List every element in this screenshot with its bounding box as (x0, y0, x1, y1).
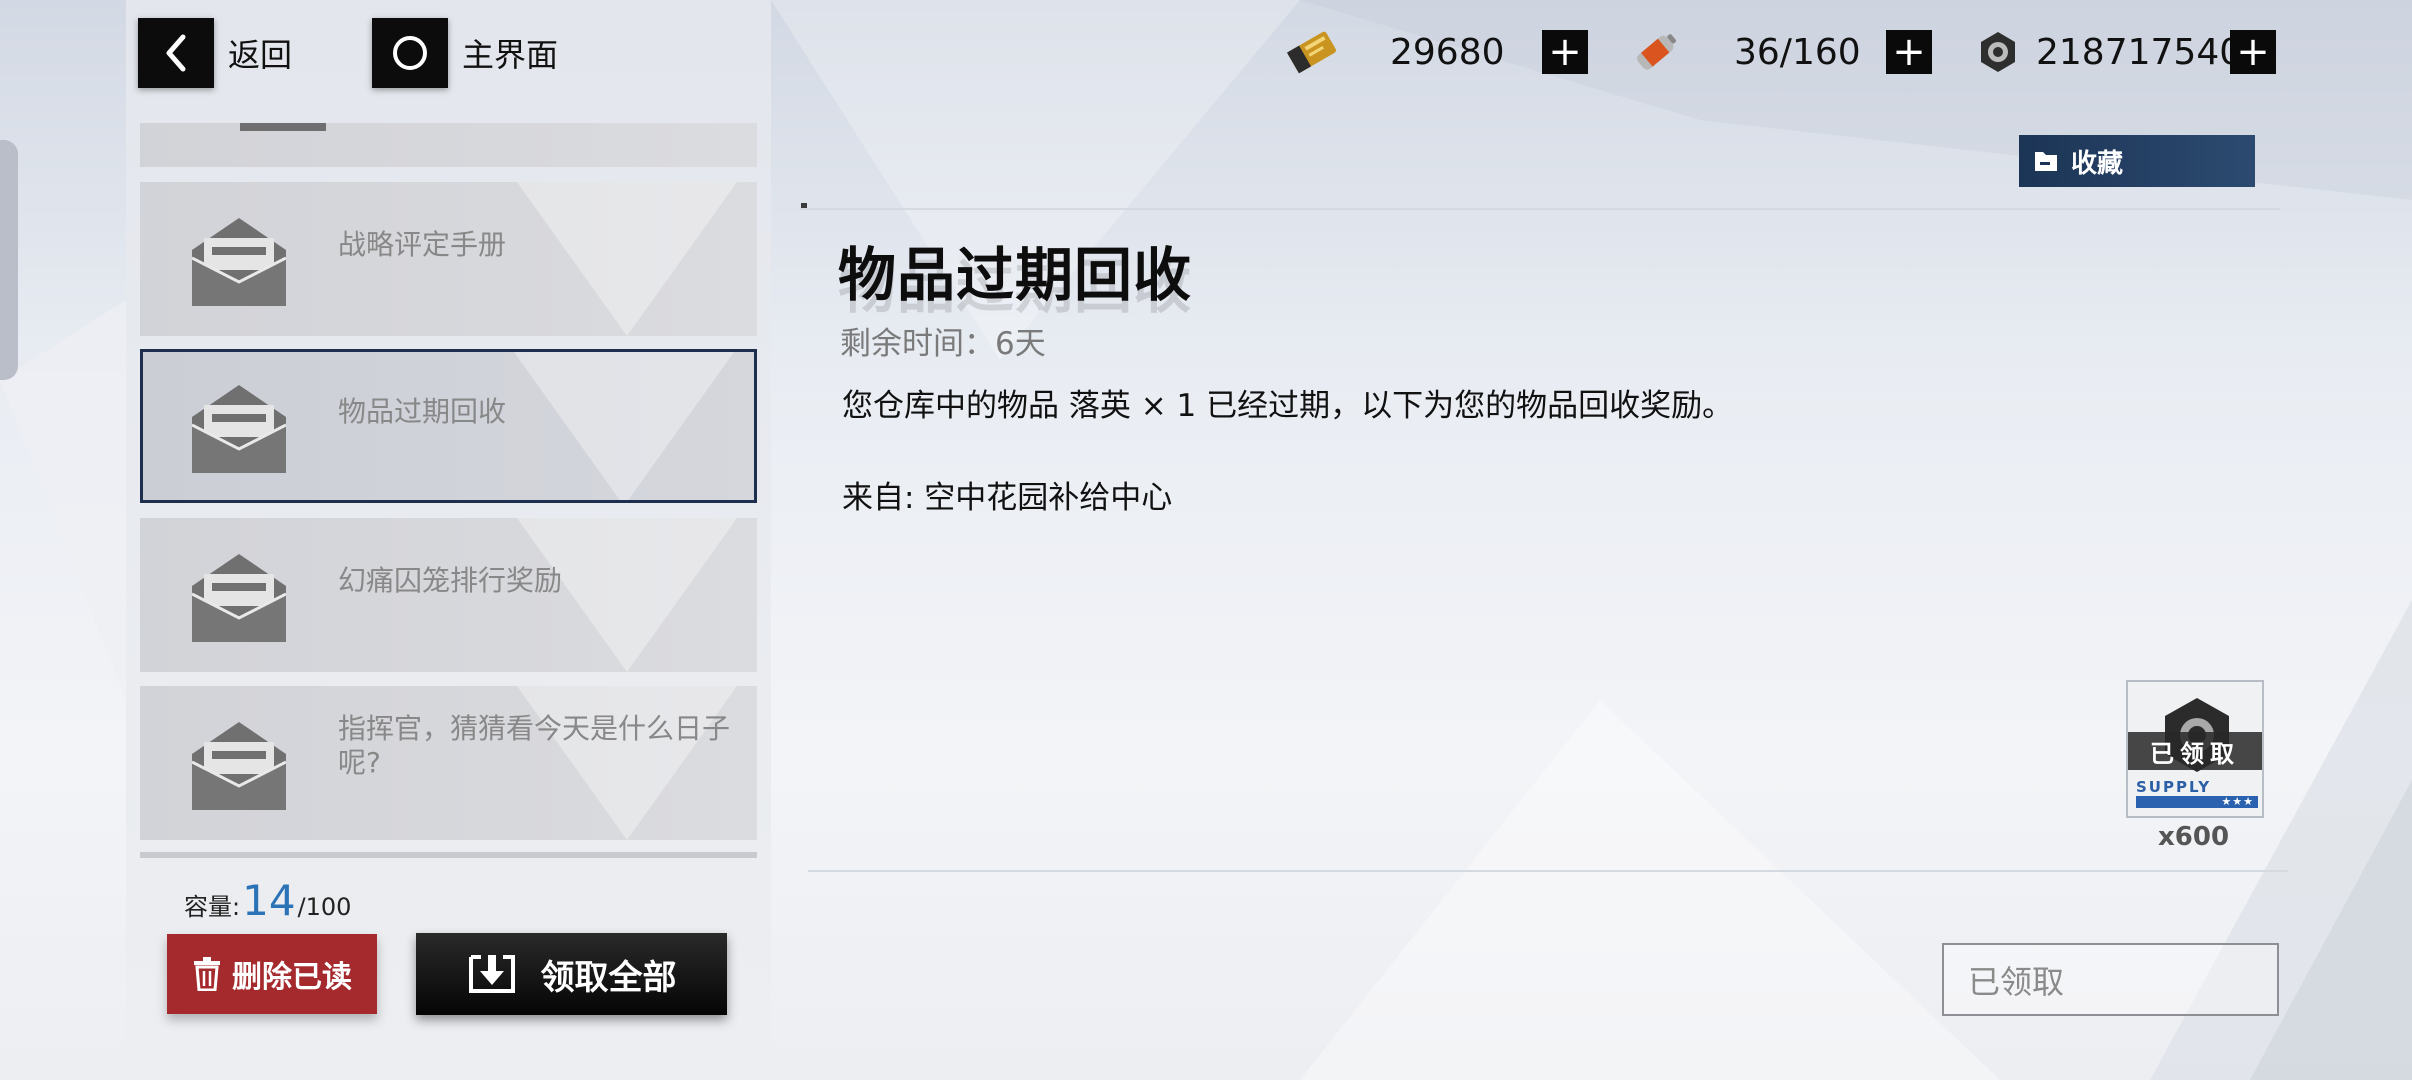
mail-list-item-selected[interactable]: 物品过期回收 (140, 349, 757, 503)
rarity-bar: ★★★ (2136, 795, 2258, 808)
delete-read-label: 删除已读 (232, 960, 352, 995)
trash-icon (194, 957, 220, 991)
add-coin-button[interactable]: + (2230, 30, 2276, 74)
favorite-button[interactable]: 收藏 (2019, 135, 2255, 187)
gear-nut-icon (1981, 32, 2015, 72)
mail-sender: 来自: 空中花园补给中心 (842, 480, 1173, 516)
claim-all-button[interactable]: 领取全部 (416, 933, 727, 1015)
back-button[interactable]: 返回 (138, 18, 292, 88)
favorite-label: 收藏 (2071, 148, 2124, 179)
ticket-icon (1286, 31, 1336, 74)
currency-battery-value: 36/160 (1734, 31, 1861, 73)
capacity-max: /100 (297, 893, 352, 921)
mail-body: 您仓库中的物品 落英 × 1 已经过期，以下为您的物品回收奖励。 (842, 388, 1734, 424)
download-box-icon (468, 955, 515, 993)
remaining-time: 剩余时间：6天 (840, 326, 1046, 362)
partial-item-icon-stub (240, 123, 326, 131)
mail-list-item-title: 指挥官，猜猜看今天是什么日子呢? (338, 712, 731, 779)
delete-read-button[interactable]: 删除已读 (167, 934, 377, 1014)
mail-list-item[interactable]: 幻痛囚笼排行奖励 (140, 518, 757, 672)
open-envelope-icon (192, 554, 286, 642)
capacity-label: 容量: (184, 893, 241, 921)
home-circle-icon (372, 18, 448, 88)
currency-coin: 218717540 (1974, 24, 2242, 80)
currency-ticket-value: 29680 (1390, 31, 1505, 73)
add-battery-button[interactable]: + (1886, 30, 1932, 74)
open-envelope-icon (192, 722, 286, 810)
header-divider (800, 208, 2280, 210)
list-scroll-end (140, 852, 757, 858)
mail-list-item-title: 战略评定手册 (338, 228, 507, 261)
footer-divider (808, 870, 2288, 872)
currency-ticket: 29680 (1284, 24, 1505, 80)
mail-list-item[interactable]: 战略评定手册 (140, 182, 757, 336)
claimed-badge: 已领取 (2128, 732, 2262, 770)
capacity-count: 14 (242, 876, 296, 925)
claim-all-label: 领取全部 (540, 957, 677, 998)
mail-list-item-title: 物品过期回收 (338, 395, 507, 428)
mail-title: 物品过期回收 (838, 241, 1193, 309)
reward-quantity: x600 (2158, 822, 2230, 852)
mail-list-item-title: 幻痛囚笼排行奖励 (338, 564, 563, 597)
home-label: 主界面 (462, 36, 559, 74)
add-ticket-button[interactable]: + (1542, 30, 1588, 74)
currency-battery: 36/160 (1628, 24, 1861, 80)
mail-list-item[interactable]: 指挥官，猜猜看今天是什么日子呢? (140, 686, 757, 840)
open-envelope-icon (192, 385, 286, 473)
currency-coin-value: 218717540 (2036, 31, 2243, 73)
back-arrow-icon (138, 18, 214, 88)
mail-capacity: 容量: 14 /100 (184, 876, 351, 925)
rarity-stars: ★★★ (2221, 795, 2254, 808)
reward-item[interactable]: 已领取 SUPPLY ★★★ (2126, 680, 2264, 818)
edge-drawer-tab[interactable] (0, 140, 18, 380)
claimed-button[interactable]: 已领取 (1942, 943, 2279, 1016)
supply-label: SUPPLY (2136, 778, 2212, 796)
mail-list-item-partial[interactable] (140, 123, 757, 167)
battery-icon (1636, 34, 1677, 70)
open-envelope-icon (192, 218, 286, 306)
home-button[interactable]: 主界面 (372, 18, 558, 88)
back-label: 返回 (228, 36, 293, 74)
folder-icon (2035, 152, 2057, 171)
